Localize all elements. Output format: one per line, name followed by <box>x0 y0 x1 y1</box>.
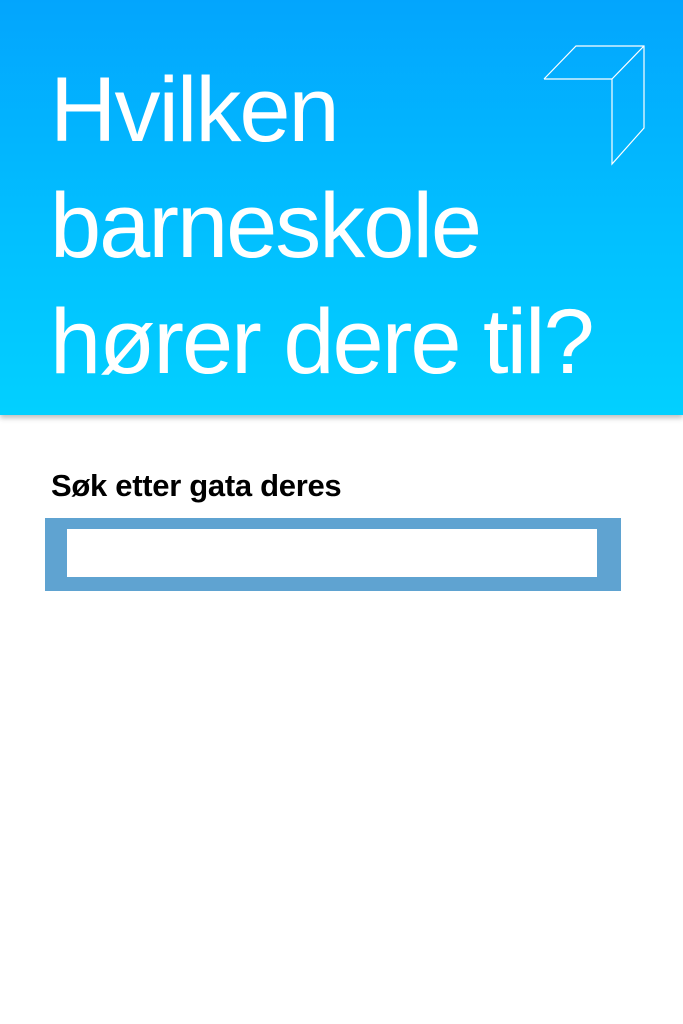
search-label: Søk etter gata deres <box>51 468 342 503</box>
title-line-2: barneskole <box>50 175 482 277</box>
title-line-3: hører dere til? <box>50 291 595 393</box>
search-field-frame <box>45 518 621 591</box>
street-search-input[interactable] <box>67 529 597 577</box>
header-banner: Hvilken barneskole hører dere til? <box>0 0 683 415</box>
outline-cube-logo-icon <box>543 45 645 166</box>
